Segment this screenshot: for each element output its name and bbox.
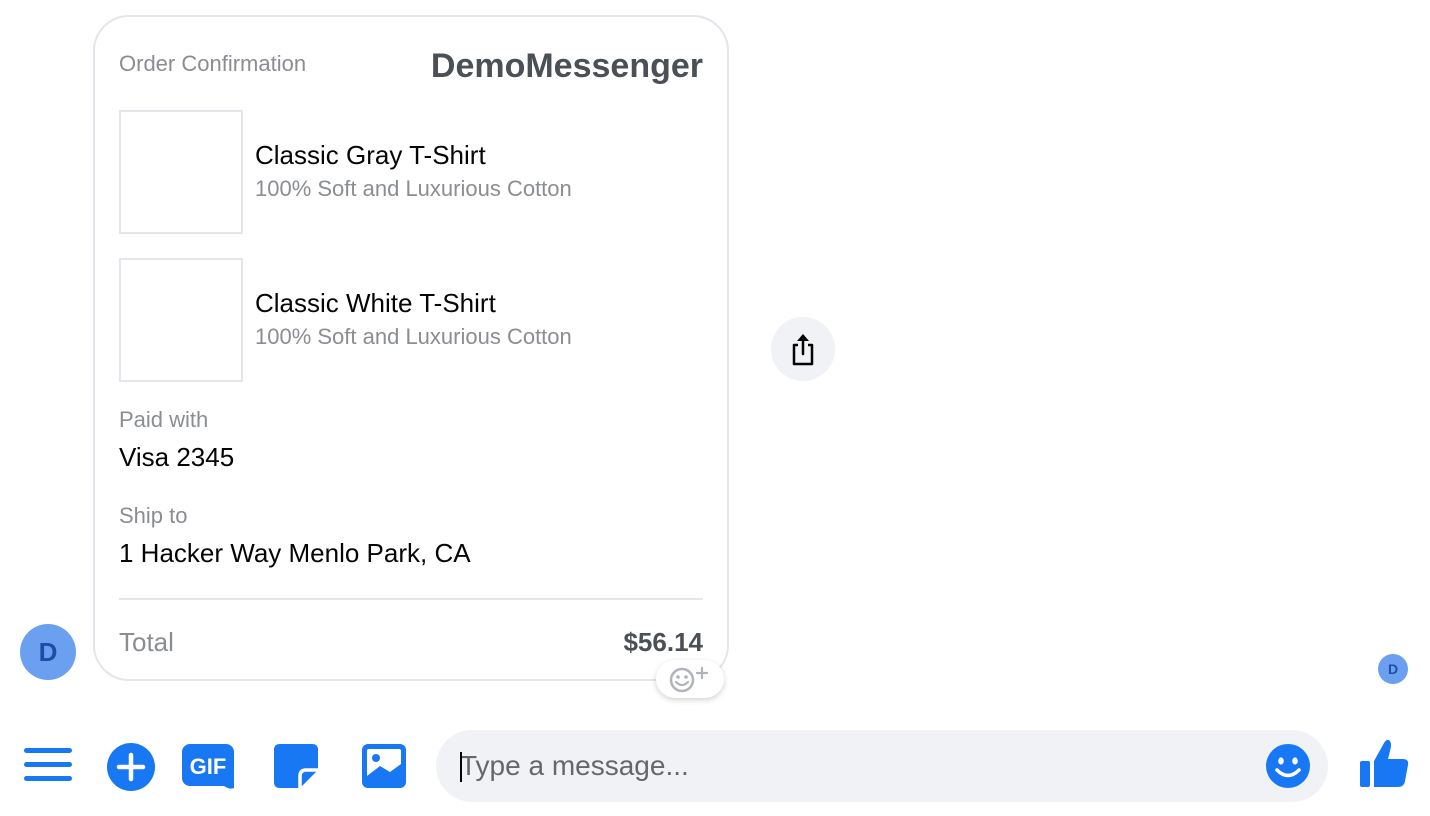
receipt-card[interactable]: Order Confirmation DemoMessenger Classic… xyxy=(93,15,729,681)
smiley-icon xyxy=(1266,744,1310,788)
receipt-header: Order Confirmation DemoMessenger xyxy=(119,47,703,87)
hamburger-icon xyxy=(24,748,72,781)
image-icon xyxy=(362,744,406,788)
receipt-type-label: Order Confirmation xyxy=(119,51,307,76)
paid-with-value: Visa 2345 xyxy=(119,442,235,472)
message-composer[interactable] xyxy=(436,730,1328,802)
item-thumbnail xyxy=(119,110,243,234)
svg-text:GIF: GIF xyxy=(190,754,227,779)
seen-indicator-avatar: D xyxy=(1378,654,1408,684)
sender-avatar-initial: D xyxy=(38,636,58,667)
item-name: Classic White T-Shirt xyxy=(255,288,496,318)
ship-to-value: 1 Hacker Way Menlo Park, CA xyxy=(119,538,471,568)
more-actions-button[interactable] xyxy=(106,742,156,792)
receipt-item: Classic Gray T-Shirt 100% Soft and Luxur… xyxy=(119,110,703,234)
share-icon xyxy=(792,334,814,366)
like-button[interactable] xyxy=(1356,736,1412,792)
ship-to-label: Ship to xyxy=(119,503,188,528)
sender-avatar[interactable]: D xyxy=(20,624,76,680)
add-reaction-button[interactable] xyxy=(656,660,724,698)
plus-circle-icon xyxy=(107,743,155,791)
paid-with-label: Paid with xyxy=(119,407,209,432)
total-value: $56.14 xyxy=(623,627,703,657)
text-caret xyxy=(460,752,462,782)
gif-icon: GIF xyxy=(182,744,234,789)
seen-avatar-initial: D xyxy=(1387,661,1399,677)
emoji-button[interactable] xyxy=(1264,742,1312,790)
share-button[interactable] xyxy=(771,317,835,381)
item-description: 100% Soft and Luxurious Cotton xyxy=(255,176,572,201)
messenger-chat: D Order Confirmation DemoMessenger Class… xyxy=(0,0,1430,816)
item-description: 100% Soft and Luxurious Cotton xyxy=(255,324,572,349)
item-name: Classic Gray T-Shirt xyxy=(255,140,486,170)
menu-button[interactable] xyxy=(22,742,74,788)
image-button[interactable] xyxy=(360,742,408,790)
add-reaction-icon xyxy=(669,666,709,693)
sticker-icon xyxy=(274,744,318,788)
sticker-button[interactable] xyxy=(272,742,320,790)
total-label: Total xyxy=(119,627,174,657)
message-input[interactable] xyxy=(460,730,1240,802)
gif-button[interactable]: GIF xyxy=(180,742,236,792)
thumbs-up-icon xyxy=(1360,739,1409,787)
receipt-divider xyxy=(119,598,703,600)
receipt-item: Classic White T-Shirt 100% Soft and Luxu… xyxy=(119,258,703,382)
item-thumbnail xyxy=(119,258,243,382)
receipt-brand: DemoMessenger xyxy=(430,47,703,85)
